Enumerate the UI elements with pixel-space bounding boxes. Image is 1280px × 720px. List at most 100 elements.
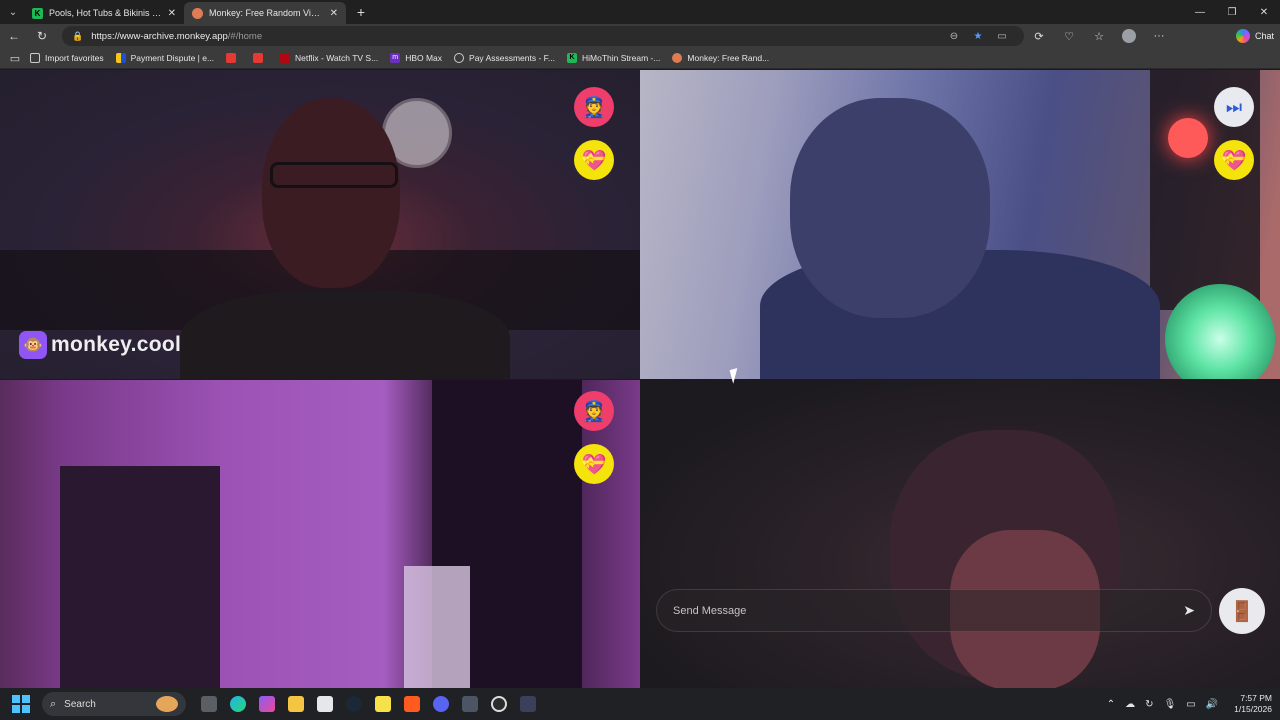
sticky-notes-icon[interactable] xyxy=(368,692,397,716)
taskbar-search[interactable]: ⌕ Search xyxy=(42,692,186,716)
date-text: 1/15/2026 xyxy=(1234,704,1272,714)
glasses xyxy=(270,162,398,188)
calculator-icon[interactable] xyxy=(455,692,484,716)
clapperboard-icon[interactable] xyxy=(513,692,542,716)
tab-title: Monkey: Free Random Video Chat xyxy=(209,8,324,18)
onedrive-icon[interactable]: ☁ xyxy=(1125,699,1135,710)
kick-icon: K xyxy=(567,53,578,63)
taskbar-clock[interactable]: 7:57 PM 1/15/2026 xyxy=(1234,693,1272,715)
tray-chevron-icon[interactable]: ⌃ xyxy=(1107,699,1115,710)
back-arrow-icon[interactable]: ← xyxy=(0,29,28,43)
obs-icon[interactable] xyxy=(484,692,513,716)
favorite-label: HiMoThin Stream -... xyxy=(582,53,661,63)
send-heart-button[interactable]: 💝 xyxy=(1214,140,1254,180)
new-tab-plus-icon[interactable]: + xyxy=(350,1,372,23)
brave-icon[interactable] xyxy=(397,692,426,716)
url-host: https://www-archive.monkey.app xyxy=(91,30,228,42)
send-message-input[interactable] xyxy=(673,604,1184,617)
video-tile-peer-1 xyxy=(640,70,1280,379)
copilot-icon xyxy=(1235,29,1250,43)
tab-actions-chevron-icon[interactable]: ⌄ xyxy=(2,1,24,23)
favorite-import[interactable]: Import favorites xyxy=(30,53,104,63)
time-text: 7:57 PM xyxy=(1240,693,1272,703)
favorites-icon[interactable]: ☆ xyxy=(1084,30,1114,43)
heart-gift-icon: 💝 xyxy=(1221,149,1247,172)
favorite-label: HBO Max xyxy=(405,53,443,63)
lock-icon[interactable]: 🔒 xyxy=(72,31,83,42)
browser-essentials-icon[interactable]: ♡ xyxy=(1054,30,1084,43)
leave-room-button[interactable]: 🚪 xyxy=(1219,588,1265,634)
system-tray: ⌃ ☁ ↻ 🎙 ▭ 🔊 7:57 PM 1/15/2026 xyxy=(1107,693,1272,715)
favorite-star-icon[interactable]: ★ xyxy=(966,31,990,42)
task-view-icon[interactable] xyxy=(194,692,223,716)
favorite-label: Payment Dispute | e... xyxy=(130,53,215,63)
favorite-monkey[interactable]: Monkey: Free Rand... xyxy=(672,53,769,63)
url-text[interactable]: https://www-archive.monkey.app/#/home xyxy=(91,31,942,42)
skip-forward-icon: ⏭ xyxy=(1225,96,1243,117)
skip-next-button[interactable]: ⏭ xyxy=(1214,87,1254,127)
globe-icon xyxy=(454,53,465,63)
favorite-hbo[interactable]: m HBO Max xyxy=(390,53,442,63)
network-icon[interactable]: ▭ xyxy=(1186,699,1195,710)
windows-taskbar: ⌕ Search ⌃ ☁ ↻ 🎙 ▭ 🔊 7:57 PM 1/15/2026 xyxy=(0,688,1280,720)
tab-monkey[interactable]: Monkey: Free Random Video Chat ✕ xyxy=(184,2,346,24)
close-icon[interactable]: ✕ xyxy=(330,8,338,19)
copilot-app-icon[interactable] xyxy=(252,692,281,716)
edge-icon[interactable] xyxy=(223,692,252,716)
search-label: Search xyxy=(64,698,96,710)
favorite-youtube-2[interactable] xyxy=(253,53,268,63)
monkey-logo-icon: 🐵 xyxy=(19,331,47,359)
microsoft-store-icon[interactable] xyxy=(310,692,339,716)
search-highlight-icon xyxy=(156,696,178,712)
taskbar-apps xyxy=(194,692,542,716)
message-bar: ➤ xyxy=(656,589,1212,632)
more-menu-icon[interactable]: ··· xyxy=(1144,30,1174,42)
file-explorer-icon[interactable] xyxy=(281,692,310,716)
sync-icon[interactable]: ↻ xyxy=(1145,699,1153,710)
search-icon: ⌕ xyxy=(50,697,57,710)
favorite-netflix[interactable]: Netflix - Watch TV S... xyxy=(280,53,378,63)
favorite-pay-assessments[interactable]: Pay Assessments - F... xyxy=(454,53,555,63)
steam-icon[interactable] xyxy=(339,692,368,716)
police-officer-icon: 👮 xyxy=(581,96,607,119)
extensions-icon[interactable]: ⟳ xyxy=(1024,30,1054,43)
chat-label: Chat xyxy=(1254,31,1274,41)
tab-sidebar-icon[interactable]: ▭ xyxy=(6,52,24,65)
curtain xyxy=(60,466,220,688)
immersive-reader-icon[interactable]: ▭ xyxy=(990,31,1014,42)
tab-pools-stream[interactable]: K Pools, Hot Tubs & Bikinis Stream ✕ xyxy=(24,2,184,24)
send-heart-button[interactable]: 💝 xyxy=(574,444,614,484)
close-icon[interactable]: ✕ xyxy=(168,8,176,19)
url-path: /#/home xyxy=(227,30,263,42)
minimize-icon[interactable]: — xyxy=(1184,7,1216,18)
watermark-text: monkey.cool xyxy=(51,333,182,356)
refresh-icon[interactable]: ↻ xyxy=(28,29,56,43)
report-police-button[interactable]: 👮 xyxy=(574,87,614,127)
copilot-chat-button[interactable]: Chat xyxy=(1235,29,1274,43)
door-exit-icon: 🚪 xyxy=(1229,600,1255,623)
close-window-icon[interactable]: ✕ xyxy=(1248,7,1280,18)
send-heart-button[interactable]: 💝 xyxy=(574,140,614,180)
send-icon[interactable]: ➤ xyxy=(1183,602,1195,619)
favorite-payment-dispute[interactable]: Payment Dispute | e... xyxy=(115,53,215,63)
reader-mode-icon[interactable]: ⊖ xyxy=(942,31,966,42)
monkey-watermark: 🐵 monkey.cool xyxy=(19,331,181,359)
favorite-label: Netflix - Watch TV S... xyxy=(295,53,379,63)
report-police-button[interactable]: 👮 xyxy=(574,391,614,431)
volume-icon[interactable]: 🔊 xyxy=(1206,699,1218,710)
favorites-bar: ▭ Import favorites Payment Dispute | e..… xyxy=(0,48,1280,69)
favorite-himothin[interactable]: K HiMoThin Stream -... xyxy=(567,53,660,63)
youtube-icon xyxy=(253,53,264,63)
favorite-youtube-1[interactable] xyxy=(226,53,241,63)
restore-icon[interactable]: ❐ xyxy=(1216,7,1248,18)
windows-start-icon[interactable] xyxy=(12,695,30,713)
discord-icon[interactable] xyxy=(426,692,455,716)
monkey-icon xyxy=(672,53,683,63)
mouse-cursor-icon xyxy=(730,368,740,382)
person-body xyxy=(180,290,510,379)
import-icon xyxy=(30,53,40,63)
favorite-label: Monkey: Free Rand... xyxy=(687,53,770,63)
address-bar[interactable]: 🔒 https://www-archive.monkey.app/#/home … xyxy=(62,26,1024,46)
profile-avatar[interactable] xyxy=(1122,29,1136,43)
microphone-icon[interactable]: 🎙 xyxy=(1164,699,1177,710)
